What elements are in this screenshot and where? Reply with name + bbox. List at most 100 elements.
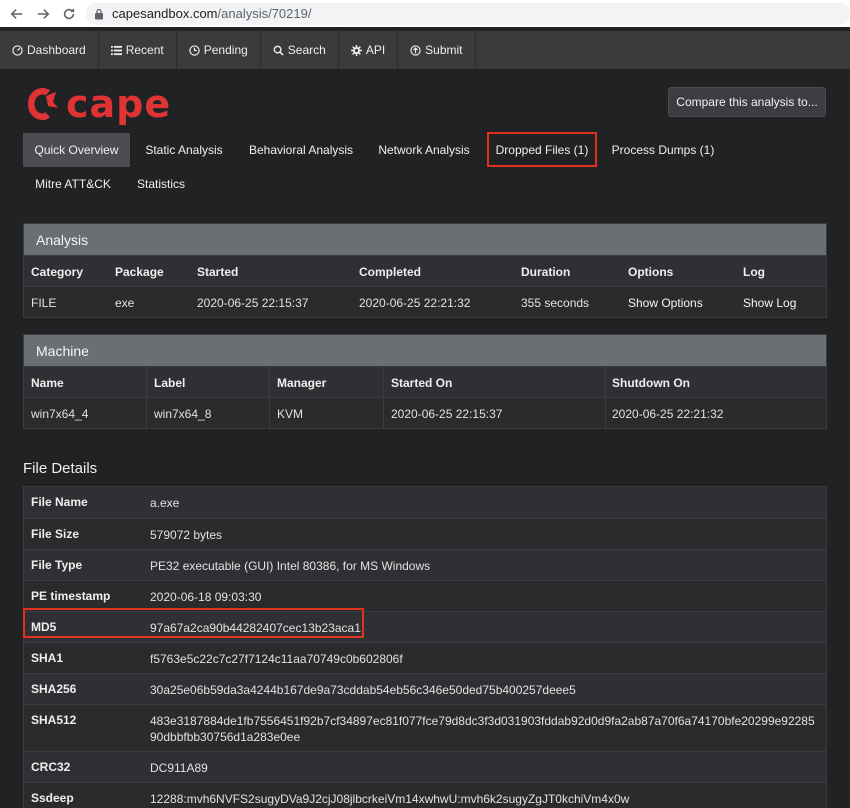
machine-started-value: 2020-06-25 22:15:37 <box>391 406 503 421</box>
show-log-link[interactable]: Show Log <box>743 287 796 318</box>
nav-submit-label: Submit <box>425 43 463 57</box>
nav-dashboard-label: Dashboard <box>27 43 86 57</box>
file-name-key: File Name <box>31 495 88 509</box>
back-arrow-icon[interactable] <box>8 5 25 22</box>
column-divider <box>269 398 270 428</box>
pe-timestamp-row: PE timestamp 2020-06-18 09:03:30 <box>24 580 826 611</box>
analysis-value-row: FILE exe 2020-06-25 22:15:37 2020-06-25 … <box>24 286 826 317</box>
sha512-key: SHA512 <box>31 713 77 727</box>
reload-icon[interactable] <box>60 5 77 22</box>
nav-recent[interactable]: Recent <box>99 31 177 69</box>
crc32-value: DC911A89 <box>150 761 208 775</box>
tab-behavioral-analysis[interactable]: Behavioral Analysis <box>240 133 362 167</box>
file-type-row: File Type PE32 executable (GUI) Intel 80… <box>24 549 826 580</box>
tab-static-analysis[interactable]: Static Analysis <box>134 133 234 167</box>
machine-col-label: Label <box>154 375 186 390</box>
pe-timestamp-value: 2020-06-18 09:03:30 <box>150 590 262 604</box>
url-path: /analysis/70219/ <box>217 6 312 21</box>
ssdeep-key: Ssdeep <box>31 791 74 805</box>
list-icon <box>110 45 122 56</box>
dashboard-icon <box>12 44 23 56</box>
crc32-key: CRC32 <box>31 760 71 774</box>
column-divider <box>383 398 384 428</box>
show-options-link[interactable]: Show Options <box>628 287 703 318</box>
tab-network-analysis[interactable]: Network Analysis <box>368 133 480 167</box>
nav-search-label: Search <box>287 43 326 57</box>
machine-panel-title: Machine <box>24 335 826 366</box>
top-navbar: Dashboard Recent Pending Search API Subm… <box>0 31 476 69</box>
column-divider <box>269 367 270 397</box>
sha1-value: f5763e5c22c7c27f7124c11aa70749c0b602806f <box>150 652 403 666</box>
analysis-col-package: Package <box>115 264 164 279</box>
search-icon <box>273 45 284 56</box>
machine-col-name: Name <box>31 375 64 390</box>
machine-label-value: win7x64_8 <box>154 406 212 421</box>
analysis-category-value: FILE <box>31 295 57 310</box>
file-type-value: PE32 executable (GUI) Intel 80386, for M… <box>150 559 431 573</box>
machine-value-row: win7x64_4 win7x64_8 KVM 2020-06-25 22:15… <box>24 397 826 428</box>
tab-statistics[interactable]: Statistics <box>128 167 194 201</box>
nav-dashboard[interactable]: Dashboard <box>0 31 99 69</box>
sha256-key: SHA256 <box>31 682 77 696</box>
upload-icon <box>410 44 421 56</box>
nav-api-label: API <box>365 43 386 57</box>
url-text: capesandbox.com/analysis/70219/ <box>112 6 311 21</box>
file-size-value: 579072 bytes <box>150 528 223 542</box>
tab-quick-overview[interactable]: Quick Overview <box>23 133 130 167</box>
column-divider <box>383 367 384 397</box>
column-divider <box>605 398 606 428</box>
clock-icon <box>189 44 200 56</box>
machine-shutdown-value: 2020-06-25 22:21:32 <box>612 406 724 421</box>
browser-bar: capesandbox.com/analysis/70219/ <box>0 0 850 27</box>
file-type-key: File Type <box>31 558 83 572</box>
analysis-started-value: 2020-06-25 22:15:37 <box>197 295 309 310</box>
file-details-table: File Name a.exe File Size 579072 bytes F… <box>23 486 827 808</box>
cape-logo-icon <box>28 88 58 120</box>
nav-pending[interactable]: Pending <box>177 31 261 69</box>
forward-arrow-icon[interactable] <box>34 5 51 22</box>
column-divider <box>146 398 147 428</box>
ssdeep-value: 12288:mvh6NVFS2sugyDVa9J2cjJ08jlbcrkeiVm… <box>150 792 630 806</box>
file-size-key: File Size <box>31 527 80 541</box>
tab-mitre-attack[interactable]: Mitre ATT&CK <box>23 167 123 201</box>
nav-submit[interactable]: Submit <box>398 31 476 69</box>
address-bar[interactable]: capesandbox.com/analysis/70219/ <box>86 2 850 25</box>
nav-api[interactable]: API <box>339 31 399 69</box>
analysis-col-started: Started <box>197 264 239 279</box>
machine-col-manager: Manager <box>277 375 327 390</box>
machine-col-started-on: Started On <box>391 375 453 390</box>
sha256-value: 30a25e06b59da3a4244b167de9a73cddab54eb56… <box>150 683 576 697</box>
ssdeep-row: Ssdeep 12288:mvh6NVFS2sugyDVa9J2cjJ08jlb… <box>24 782 826 808</box>
analysis-col-completed: Completed <box>359 264 422 279</box>
sha256-row: SHA256 30a25e06b59da3a4244b167de9a73cdda… <box>24 673 826 704</box>
compare-analysis-button[interactable]: Compare this analysis to... <box>668 87 826 117</box>
crc32-row: CRC32 DC911A89 <box>24 751 826 782</box>
analysis-duration-value: 355 seconds <box>521 295 590 310</box>
lock-icon <box>94 8 104 20</box>
file-name-row: File Name a.exe <box>24 487 826 518</box>
url-host: capesandbox.com <box>112 6 218 21</box>
machine-header-row: Name Label Manager Started On Shutdown O… <box>24 366 826 397</box>
cape-logo[interactable]: cape <box>26 85 171 123</box>
tab-process-dumps[interactable]: Process Dumps (1) <box>604 133 722 167</box>
file-details-title: File Details <box>23 460 98 477</box>
file-name-value: a.exe <box>150 496 180 510</box>
navbar-filler <box>476 31 850 69</box>
analysis-header-row: Category Package Started Completed Durat… <box>24 255 826 286</box>
machine-col-shutdown-on: Shutdown On <box>612 375 690 390</box>
sha512-row: SHA512 483e3187884de1fb7556451f92b7cf348… <box>24 704 826 751</box>
analysis-col-log: Log <box>743 264 765 279</box>
gear-icon <box>350 44 362 56</box>
analysis-col-options: Options <box>628 264 674 279</box>
analysis-completed-value: 2020-06-25 22:21:32 <box>359 295 471 310</box>
analysis-panel-title: Analysis <box>24 224 826 255</box>
machine-manager-value: KVM <box>277 406 304 421</box>
analysis-panel: Analysis Category Package Started Comple… <box>23 223 827 318</box>
analysis-col-duration: Duration <box>521 264 571 279</box>
column-divider <box>605 367 606 397</box>
nav-search[interactable]: Search <box>261 31 339 69</box>
sha1-row: SHA1 f5763e5c22c7c27f7124c11aa70749c0b60… <box>24 642 826 673</box>
md5-highlight <box>23 608 364 638</box>
nav-recent-label: Recent <box>125 43 164 57</box>
logo-text: cape <box>66 82 172 126</box>
